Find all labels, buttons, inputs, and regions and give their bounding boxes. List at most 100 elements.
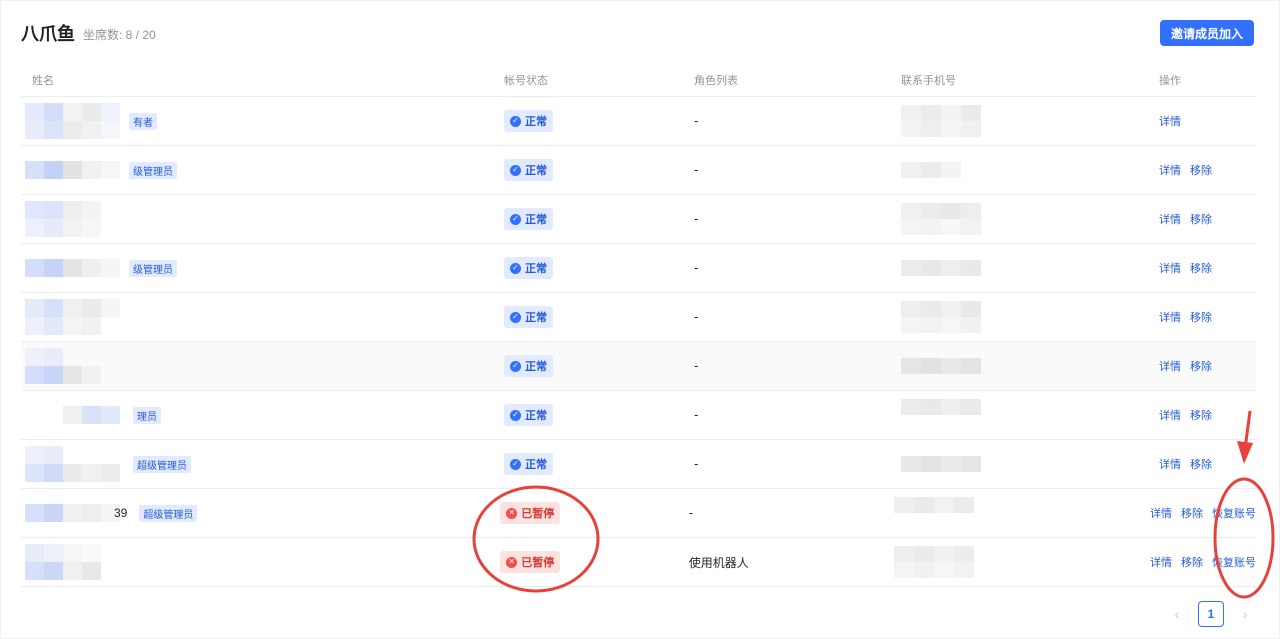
invite-member-button[interactable]: 邀请成员加入 xyxy=(1160,20,1254,46)
phone-redacted xyxy=(901,350,981,382)
page-header: 八爪鱼 坐席数: 8 / 20 邀请成员加入 xyxy=(21,19,1254,47)
close-circle-icon: ✕ xyxy=(506,507,518,519)
check-circle-icon: ✓ xyxy=(510,262,521,274)
member-name-tail: 超级管理员 xyxy=(133,455,191,473)
status-text: 正常 xyxy=(525,360,547,373)
status-badge: ✕ 已暂停 xyxy=(500,502,561,524)
column-header-phone: 联系手机号 xyxy=(901,73,956,87)
actions-cell: 详情 移除 xyxy=(1159,358,1256,374)
details-link[interactable]: 详情 xyxy=(1159,211,1181,227)
avatar-name-redacted xyxy=(25,299,120,335)
status-text: 已暂停 xyxy=(521,507,555,520)
avatar-name-redacted xyxy=(25,397,120,433)
status-badge: ✕ 已暂停 xyxy=(500,551,561,573)
remove-link[interactable]: 移除 xyxy=(1190,407,1212,423)
role-tag: 超级管理员 xyxy=(133,455,191,473)
status-text: 正常 xyxy=(525,213,547,226)
phone-cell xyxy=(901,97,1159,145)
details-link[interactable]: 详情 xyxy=(1159,456,1181,472)
remove-link[interactable]: 移除 xyxy=(1190,162,1212,178)
phone-redacted xyxy=(901,301,981,333)
status-text: 正常 xyxy=(525,409,547,422)
status-badge: ✓ 正常 xyxy=(504,208,553,230)
members-page: 八爪鱼 坐席数: 8 / 20 邀请成员加入 姓名 帐号状态 角色列表 联系手机… xyxy=(0,0,1280,639)
status-text: 正常 xyxy=(525,115,547,128)
details-link[interactable]: 详情 xyxy=(1150,554,1172,570)
check-circle-icon: ✓ xyxy=(510,409,521,421)
phone-redacted xyxy=(901,203,981,235)
avatar-name-redacted xyxy=(25,495,120,531)
details-link[interactable]: 详情 xyxy=(1159,407,1181,423)
chevron-left-icon[interactable]: ‹ xyxy=(1166,606,1188,622)
phone-cell xyxy=(894,538,1150,586)
details-link[interactable]: 详情 xyxy=(1159,358,1181,374)
member-name-cell xyxy=(21,195,504,243)
remove-link[interactable]: 移除 xyxy=(1190,309,1212,325)
remove-link[interactable]: 移除 xyxy=(1190,211,1212,227)
actions-cell: 详情 移除 xyxy=(1159,162,1256,178)
status-cell: ✕ 已暂停 xyxy=(500,502,688,524)
table-row: 39 超级管理员 ✕ 已暂停 - 详情 移除 恢复账号 xyxy=(21,489,1256,538)
table-row: 级管理员 ✓ 正常 - 详情 移除 xyxy=(21,244,1256,293)
status-text: 正常 xyxy=(525,262,547,275)
role-list-cell: - xyxy=(694,163,699,177)
table-row: 级管理员 ✓ 正常 - 详情 移除 xyxy=(21,146,1256,195)
role-list-cell: - xyxy=(694,212,699,226)
status-cell: ✕ 已暂停 xyxy=(500,551,688,573)
role-list-cell: - xyxy=(694,359,699,373)
details-link[interactable]: 详情 xyxy=(1159,309,1181,325)
restore-account-link[interactable]: 恢复账号 xyxy=(1212,554,1256,570)
check-circle-icon: ✓ xyxy=(510,164,521,176)
member-name-cell: 理员 xyxy=(21,391,504,439)
phone-redacted xyxy=(894,546,975,578)
member-name-tail: 级管理员 xyxy=(129,161,177,179)
phone-redacted xyxy=(901,154,981,186)
actions-cell: 详情 移除 恢复账号 xyxy=(1150,505,1256,521)
details-link[interactable]: 详情 xyxy=(1159,162,1181,178)
actions-cell: 详情 移除 恢复账号 xyxy=(1150,554,1256,570)
member-name-cell xyxy=(21,293,504,341)
actions-cell: 详情 移除 xyxy=(1159,456,1256,472)
column-header-name: 姓名 xyxy=(32,73,54,87)
avatar-name-redacted xyxy=(25,152,120,188)
table-row: ✓ 正常 - 详情 移除 xyxy=(21,342,1256,391)
actions-cell: 详情 移除 xyxy=(1159,260,1256,276)
table-row: ✓ 正常 - 详情 移除 xyxy=(21,293,1256,342)
status-badge: ✓ 正常 xyxy=(504,306,553,328)
details-link[interactable]: 详情 xyxy=(1159,113,1181,129)
status-cell: ✓ 正常 xyxy=(504,355,694,377)
check-circle-icon: ✓ xyxy=(510,458,521,470)
member-name-cell: 39 超级管理员 xyxy=(21,489,500,537)
status-cell: ✓ 正常 xyxy=(504,208,694,230)
seat-count: 坐席数: 8 / 20 xyxy=(83,28,156,42)
status-badge: ✓ 正常 xyxy=(504,355,553,377)
phone-redacted xyxy=(894,497,975,529)
table-header: 姓名 帐号状态 角色列表 联系手机号 操作 xyxy=(21,63,1256,97)
member-name-cell xyxy=(21,538,500,586)
remove-link[interactable]: 移除 xyxy=(1190,260,1212,276)
remove-link[interactable]: 移除 xyxy=(1190,456,1212,472)
column-header-actions: 操作 xyxy=(1159,73,1181,87)
member-name-cell: 超级管理员 xyxy=(21,440,504,488)
member-name-tail: 级管理员 xyxy=(129,259,177,277)
member-name-tail: 理员 xyxy=(133,406,161,424)
details-link[interactable]: 详情 xyxy=(1159,260,1181,276)
status-text: 正常 xyxy=(525,164,547,177)
details-link[interactable]: 详情 xyxy=(1150,505,1172,521)
phone-cell xyxy=(901,244,1159,292)
restore-account-link[interactable]: 恢复账号 xyxy=(1212,505,1256,521)
member-name-tail: 有者 xyxy=(129,112,157,130)
role-list-cell: - xyxy=(694,261,699,275)
role-tag: 理员 xyxy=(133,406,161,424)
role-list-cell: - xyxy=(694,408,699,422)
status-cell: ✓ 正常 xyxy=(504,110,694,132)
remove-link[interactable]: 移除 xyxy=(1181,505,1203,521)
chevron-right-icon[interactable]: › xyxy=(1234,606,1256,622)
page-number-button[interactable]: 1 xyxy=(1198,601,1224,627)
status-badge: ✓ 正常 xyxy=(504,257,553,279)
remove-link[interactable]: 移除 xyxy=(1190,358,1212,374)
phone-cell xyxy=(901,195,1159,243)
org-name: 八爪鱼 xyxy=(21,24,75,44)
status-badge: ✓ 正常 xyxy=(504,110,553,132)
remove-link[interactable]: 移除 xyxy=(1181,554,1203,570)
